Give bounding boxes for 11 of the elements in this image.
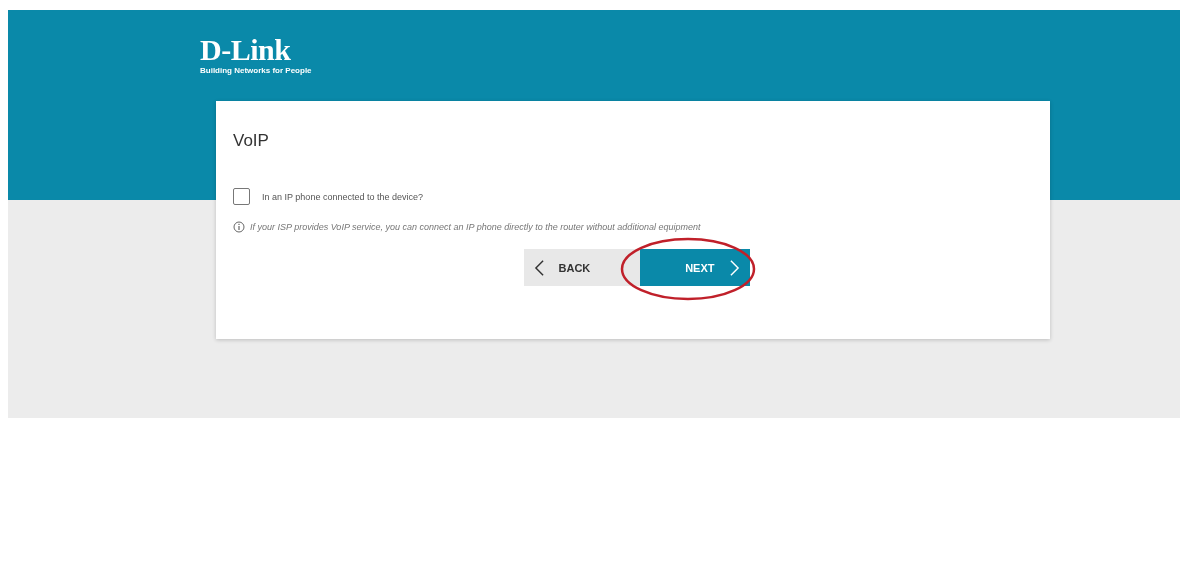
back-button[interactable]: BACK [523,249,640,286]
card-title: VoIP [233,131,270,151]
logo-tagline: Building Networks for People [200,66,312,75]
chevron-right-icon [728,258,740,277]
next-button[interactable]: NEXT [639,249,750,286]
info-icon [233,221,245,233]
checkbox-label: In an IP phone connected to the device? [262,191,423,202]
chevron-left-icon [533,258,545,277]
hint-text: If your ISP provides VoIP service, you can connect an IP phone directly to the router without additional equipment [250,222,701,232]
checkbox[interactable] [233,188,250,205]
logo-text: D-Link [200,35,292,65]
